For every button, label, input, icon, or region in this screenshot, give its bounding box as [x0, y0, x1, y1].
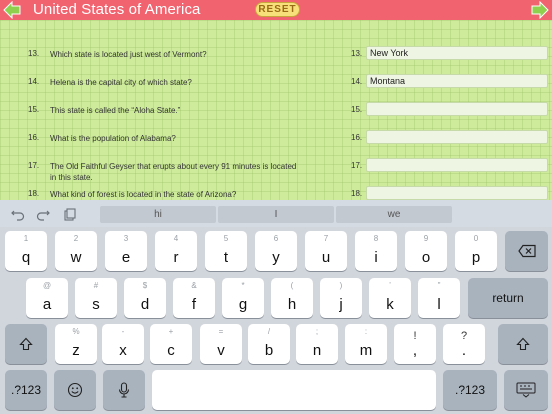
- suggestion-3[interactable]: we: [336, 206, 452, 223]
- microphone-icon: [118, 382, 130, 398]
- question-text: Helena is the capital city of which stat…: [50, 78, 192, 87]
- key-r[interactable]: 4r: [155, 231, 197, 271]
- question-text: The Old Faithful Geyser that erupts abou…: [50, 162, 297, 182]
- hide-keyboard-icon: [516, 382, 536, 398]
- answer-number: 15.: [351, 105, 363, 114]
- header-bar: United States of America RESET: [0, 0, 552, 20]
- key-p[interactable]: 0p: [455, 231, 497, 271]
- dictation-key[interactable]: [103, 370, 145, 410]
- key-c[interactable]: + c: [150, 324, 192, 364]
- return-key[interactable]: return: [468, 278, 548, 318]
- reset-button[interactable]: RESET: [255, 2, 300, 17]
- key-i[interactable]: 8i: [355, 231, 397, 271]
- key-e[interactable]: 3e: [105, 231, 147, 271]
- page-title: United States of America: [33, 1, 201, 18]
- key-j[interactable]: ) j: [320, 278, 362, 318]
- key-f[interactable]: & f: [173, 278, 215, 318]
- question-text: What kind of forest is located in the st…: [50, 190, 237, 199]
- key-l[interactable]: " l: [418, 278, 460, 318]
- question-number: 15.: [28, 105, 40, 114]
- paste-icon[interactable]: [62, 207, 76, 221]
- shift-key-right[interactable]: [498, 324, 548, 364]
- redo-icon[interactable]: [36, 207, 50, 221]
- answer-number: 16.: [351, 133, 363, 142]
- worksheet: 13. Which state is located just west of …: [0, 20, 552, 200]
- emoji-icon: [67, 382, 83, 398]
- answer-field[interactable]: New York: [366, 46, 548, 60]
- question-number: 14.: [28, 77, 40, 86]
- back-arrow-icon[interactable]: [3, 1, 21, 19]
- key-q[interactable]: 1q: [5, 231, 47, 271]
- key-b[interactable]: / b: [248, 324, 290, 364]
- key-period[interactable]: ?.: [443, 324, 485, 364]
- answer-field[interactable]: [366, 186, 548, 200]
- question-text: This state is called the “Aloha State.”: [50, 106, 181, 115]
- question-number: 16.: [28, 133, 40, 142]
- answer-field[interactable]: [366, 158, 548, 172]
- key-v[interactable]: = v: [200, 324, 242, 364]
- key-n[interactable]: ; n: [296, 324, 338, 364]
- keyboard-shortcut-bar: hi I we: [0, 200, 552, 227]
- emoji-key[interactable]: [54, 370, 96, 410]
- onscreen-keyboard: hi I we 1q 2w 3e 4r 5t 6y 7u 8i 9o 0p @ a…: [0, 200, 552, 414]
- key-o[interactable]: 9o: [405, 231, 447, 271]
- key-h[interactable]: (h: [271, 278, 313, 318]
- question-number: 18.: [28, 189, 40, 198]
- shift-icon: [516, 337, 530, 351]
- answer-number: 18.: [351, 189, 363, 198]
- key-u[interactable]: 7u: [305, 231, 347, 271]
- numbers-key-right[interactable]: .?123: [443, 370, 497, 410]
- hide-keyboard-key[interactable]: [504, 370, 548, 410]
- key-t[interactable]: 5t: [205, 231, 247, 271]
- key-s[interactable]: # s: [75, 278, 117, 318]
- backspace-key[interactable]: [505, 231, 548, 271]
- key-m[interactable]: :m: [345, 324, 387, 364]
- question-text: Which state is located just west of Verm…: [50, 50, 207, 59]
- numbers-key-left[interactable]: .?123: [5, 370, 47, 410]
- answer-field[interactable]: Montana: [366, 74, 548, 88]
- key-a[interactable]: @ a: [26, 278, 68, 318]
- answer-field[interactable]: [366, 102, 548, 116]
- forward-arrow-icon[interactable]: [531, 1, 549, 19]
- key-d[interactable]: $ d: [124, 278, 166, 318]
- key-k[interactable]: ’ k: [369, 278, 411, 318]
- key-w[interactable]: 2w: [55, 231, 97, 271]
- question-number: 17.: [28, 161, 40, 170]
- shift-icon: [19, 337, 33, 351]
- key-g[interactable]: * g: [222, 278, 264, 318]
- question-number: 13.: [28, 49, 40, 58]
- key-x[interactable]: -x: [102, 324, 144, 364]
- backspace-icon: [517, 244, 536, 258]
- suggestion-1[interactable]: hi: [100, 206, 216, 223]
- answer-number: 14.: [351, 77, 363, 86]
- key-z[interactable]: % z: [55, 324, 97, 364]
- question-text: What is the population of Alabama?: [50, 134, 176, 143]
- undo-icon[interactable]: [11, 207, 25, 221]
- suggestion-2[interactable]: I: [218, 206, 334, 223]
- answer-number: 17.: [351, 161, 363, 170]
- answer-field[interactable]: [366, 130, 548, 144]
- key-y[interactable]: 6y: [255, 231, 297, 271]
- key-comma[interactable]: !,: [394, 324, 436, 364]
- answer-number: 13.: [351, 49, 363, 58]
- shift-key-left[interactable]: [5, 324, 47, 364]
- space-key[interactable]: [152, 370, 436, 410]
